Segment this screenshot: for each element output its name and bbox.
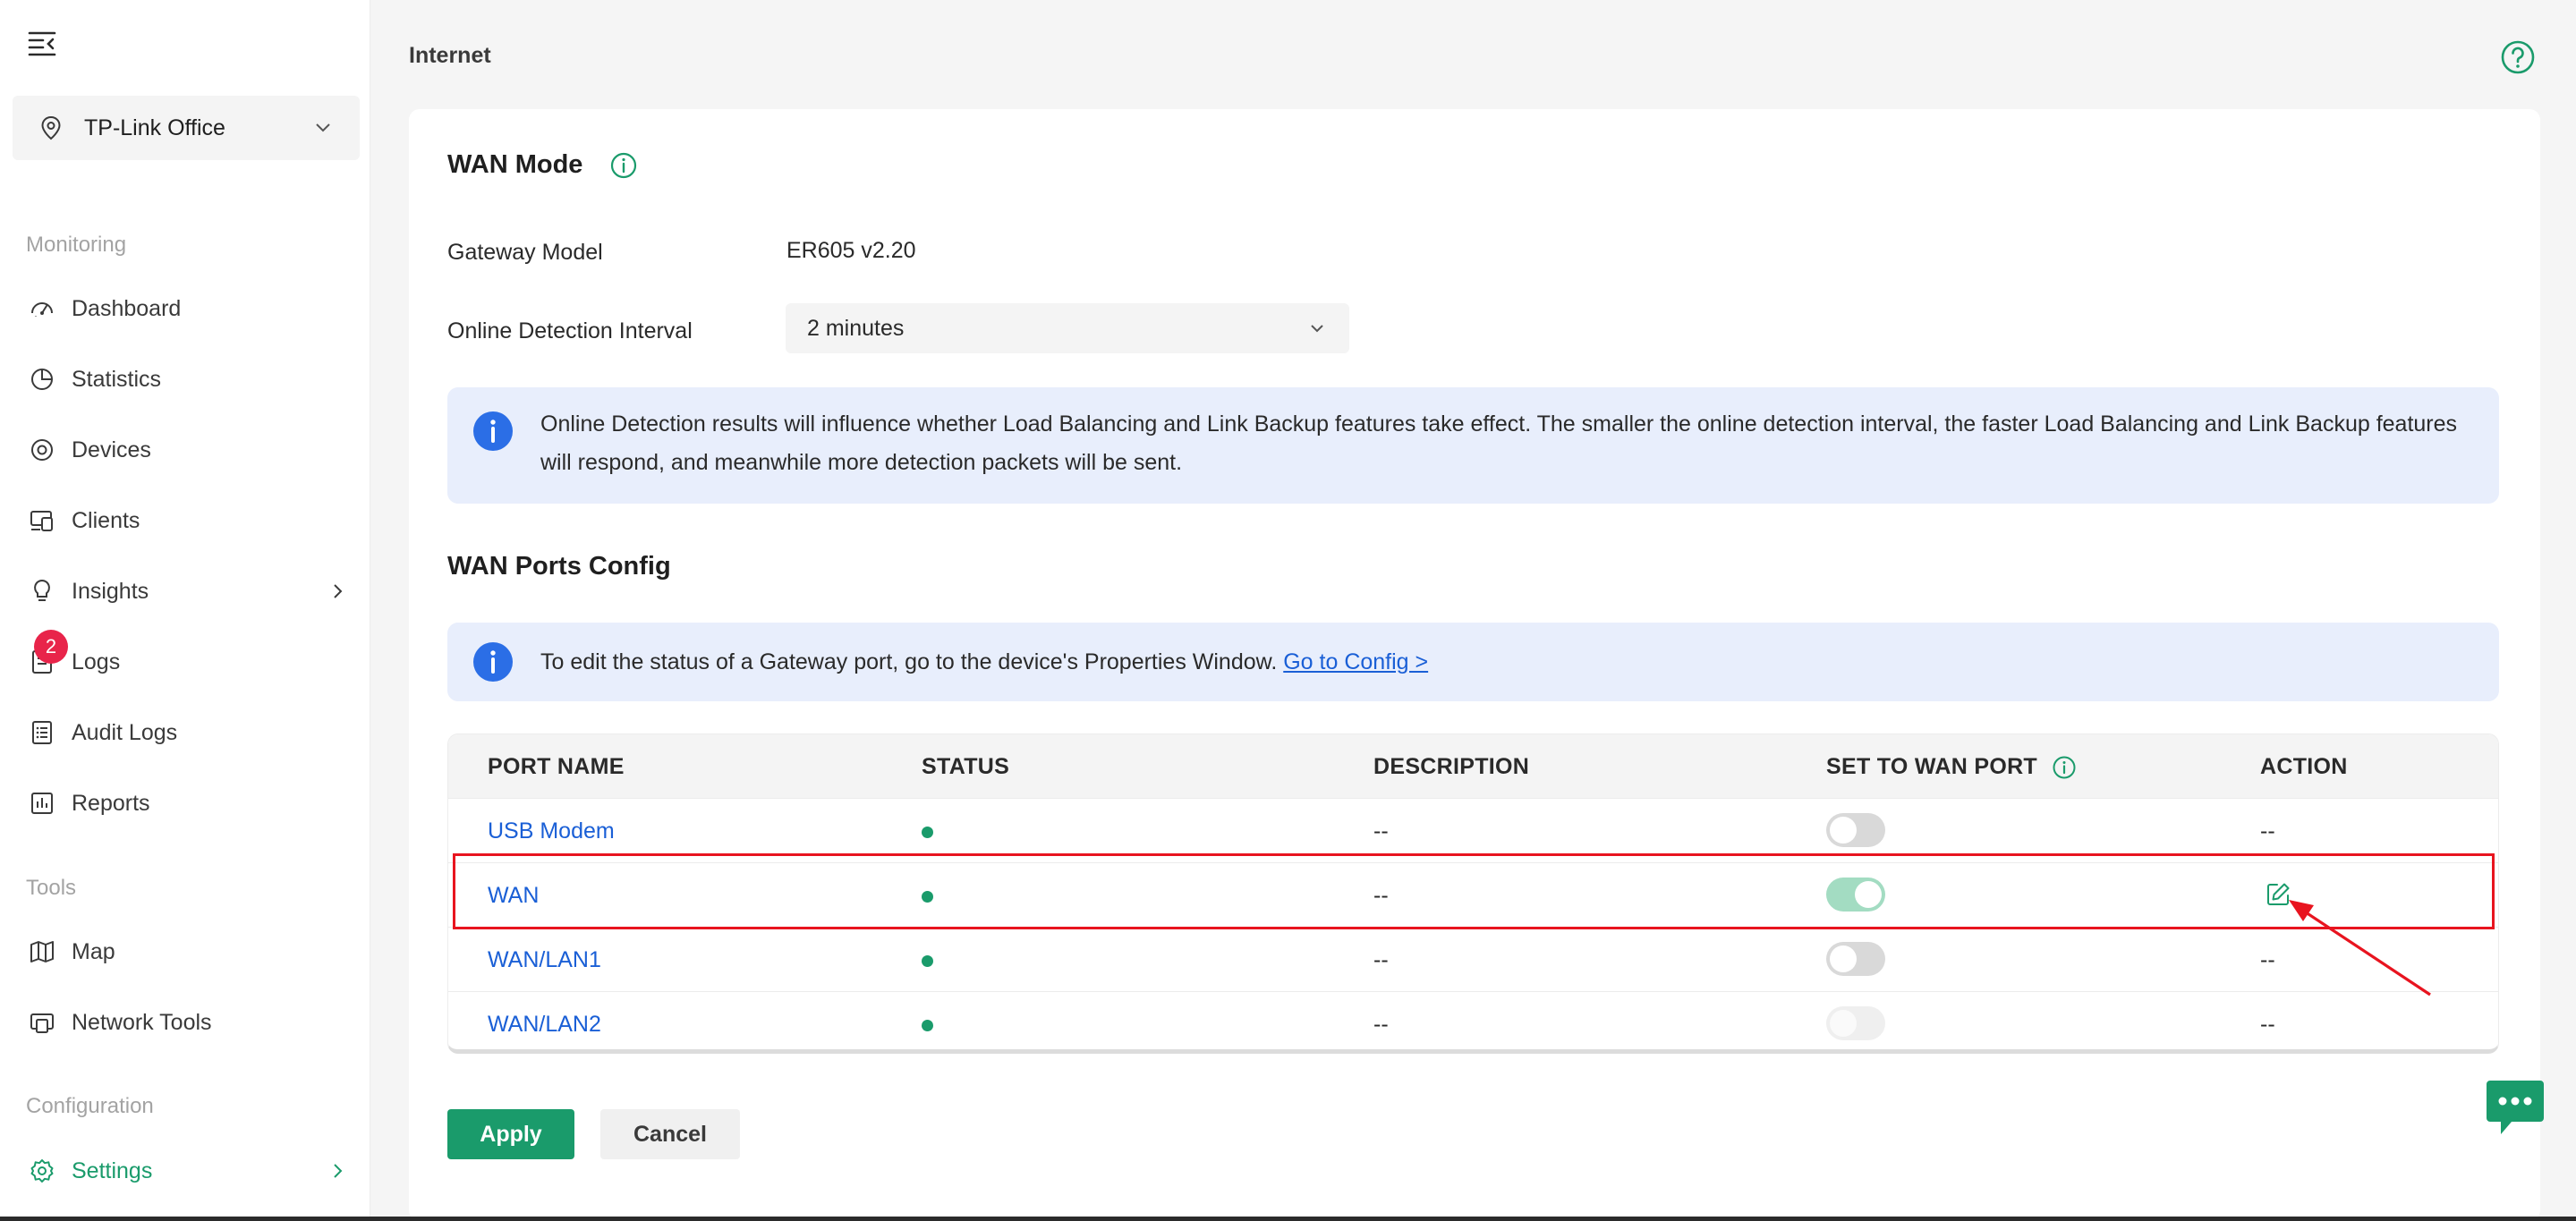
status-online-dot (922, 955, 933, 967)
sidebar-item-audit-logs[interactable]: Audit Logs (13, 705, 360, 760)
status-online-dot (922, 891, 933, 903)
sidebar-item-dashboard[interactable]: Dashboard (13, 281, 360, 336)
column-port-name: PORT NAME (488, 754, 625, 779)
sidebar-item-label: Audit Logs (72, 719, 178, 745)
site-selector[interactable]: TP-Link Office (13, 96, 360, 160)
go-to-config-link[interactable]: Go to Config > (1283, 649, 1428, 674)
network-tools-icon (27, 1007, 57, 1038)
wan-ports-heading: WAN Ports Config (447, 552, 671, 581)
sidebar-item-statistics[interactable]: Statistics (13, 352, 360, 407)
sidebar-item-label: Dashboard (72, 295, 182, 321)
clients-icon (27, 505, 57, 536)
audit-logs-icon (27, 717, 57, 748)
info-icon[interactable] (2052, 755, 2077, 780)
sidebar-item-clients[interactable]: Clients (13, 493, 360, 548)
sidebar-item-label: Logs (72, 649, 121, 674)
port-description: -- (1373, 883, 1389, 908)
table-row: WAN/LAN1 -- -- (448, 927, 2498, 991)
apply-button[interactable]: Apply (447, 1109, 574, 1159)
section-configuration: Configuration (26, 1094, 154, 1118)
info-icon[interactable] (609, 151, 638, 180)
gateway-model-value: ER605 v2.20 (786, 238, 916, 263)
statistics-icon (27, 364, 57, 394)
chat-icon[interactable] (2485, 1077, 2546, 1138)
edit-icon[interactable] (2265, 881, 2291, 908)
table-row: USB Modem -- -- (448, 798, 2498, 862)
wan-ports-table: PORT NAME STATUS DESCRIPTION SET TO WAN … (447, 733, 2499, 1054)
gateway-model-label: Gateway Model (447, 240, 603, 265)
port-description: -- (1373, 1012, 1389, 1037)
detection-notice-text: Online Detection results will influence … (540, 411, 2458, 475)
sidebar-item-insights[interactable]: Insights (13, 564, 360, 619)
port-name[interactable]: WAN (488, 883, 539, 909)
dashboard-icon (27, 293, 57, 324)
port-description: -- (1373, 818, 1389, 844)
site-name: TP-Link Office (84, 114, 225, 140)
action-placeholder: -- (2260, 947, 2275, 972)
info-icon (473, 642, 513, 682)
port-name[interactable]: USB Modem (488, 818, 615, 844)
sidebar-item-label: Network Tools (72, 1009, 212, 1035)
help-icon[interactable] (2500, 39, 2536, 75)
sidebar-item-label: Reports (72, 790, 150, 816)
sidebar-item-settings[interactable]: Settings (13, 1143, 360, 1199)
wan-port-toggle[interactable] (1826, 813, 1885, 847)
wan-port-toggle[interactable] (1826, 942, 1885, 976)
sidebar-item-reports[interactable]: Reports (13, 776, 360, 831)
column-action: ACTION (2260, 754, 2348, 779)
port-name[interactable]: WAN/LAN1 (488, 947, 601, 973)
wan-ports-notice: To edit the status of a Gateway port, go… (447, 623, 2499, 701)
column-set-to-wan: SET TO WAN PORT (1826, 754, 2077, 780)
cancel-button[interactable]: Cancel (600, 1109, 740, 1159)
sidebar-item-map[interactable]: Map (13, 924, 360, 979)
map-icon (27, 937, 57, 967)
sidebar-item-label: Devices (72, 437, 151, 462)
sidebar-item-devices[interactable]: Devices (13, 422, 360, 478)
section-tools: Tools (26, 876, 77, 900)
column-description: DESCRIPTION (1373, 754, 1530, 779)
insights-icon (27, 576, 57, 606)
sidebar-item-label: Insights (72, 578, 149, 604)
table-row: WAN -- (448, 862, 2498, 927)
sidebar-item-label: Map (72, 938, 115, 964)
wan-port-toggle[interactable] (1826, 878, 1885, 912)
status-online-dot (922, 827, 933, 838)
sidebar-item-label: Statistics (72, 366, 162, 392)
section-monitoring: Monitoring (26, 233, 127, 257)
sidebar: TP-Link Office Monitoring Dashboard Stat… (0, 0, 370, 1217)
notice-text: To edit the status of a Gateway port, go… (540, 649, 1278, 674)
table-row: WAN/LAN2 -- -- (448, 991, 2498, 1049)
sidebar-item-network-tools[interactable]: Network Tools (13, 995, 360, 1050)
wan-ports-notice-text: To edit the status of a Gateway port, go… (540, 643, 1428, 682)
column-set-to-wan-label: SET TO WAN PORT (1826, 754, 2037, 779)
table-header: PORT NAME STATUS DESCRIPTION SET TO WAN … (448, 734, 2498, 798)
chevron-down-icon (316, 123, 330, 132)
info-icon (473, 411, 513, 451)
wan-mode-heading: WAN Mode (447, 150, 583, 179)
action-placeholder: -- (2260, 1012, 2275, 1037)
chevron-right-icon (334, 1164, 343, 1178)
sidebar-item-label: Settings (72, 1157, 153, 1183)
reports-icon (27, 788, 57, 818)
detection-notice: Online Detection results will influence … (447, 387, 2499, 504)
logs-badge: 2 (34, 630, 68, 664)
port-description: -- (1373, 947, 1389, 972)
detection-interval-label: Online Detection Interval (447, 318, 693, 343)
sidebar-item-label: Clients (72, 507, 140, 533)
menu-collapse-icon[interactable] (25, 25, 61, 61)
bottom-border (0, 1217, 2576, 1221)
devices-icon (27, 435, 57, 465)
chevron-down-icon (1311, 325, 1323, 333)
location-pin-icon (41, 115, 61, 140)
detection-interval-select[interactable]: 2 minutes (786, 303, 1349, 353)
port-name[interactable]: WAN/LAN2 (488, 1012, 601, 1038)
settings-icon (27, 1156, 57, 1186)
page-title: Internet (409, 43, 491, 68)
wan-port-toggle (1826, 1006, 1885, 1040)
chevron-right-icon (334, 584, 343, 598)
status-online-dot (922, 1020, 933, 1031)
column-status: STATUS (922, 754, 1010, 779)
action-placeholder: -- (2260, 818, 2275, 844)
detection-interval-value: 2 minutes (807, 315, 905, 341)
